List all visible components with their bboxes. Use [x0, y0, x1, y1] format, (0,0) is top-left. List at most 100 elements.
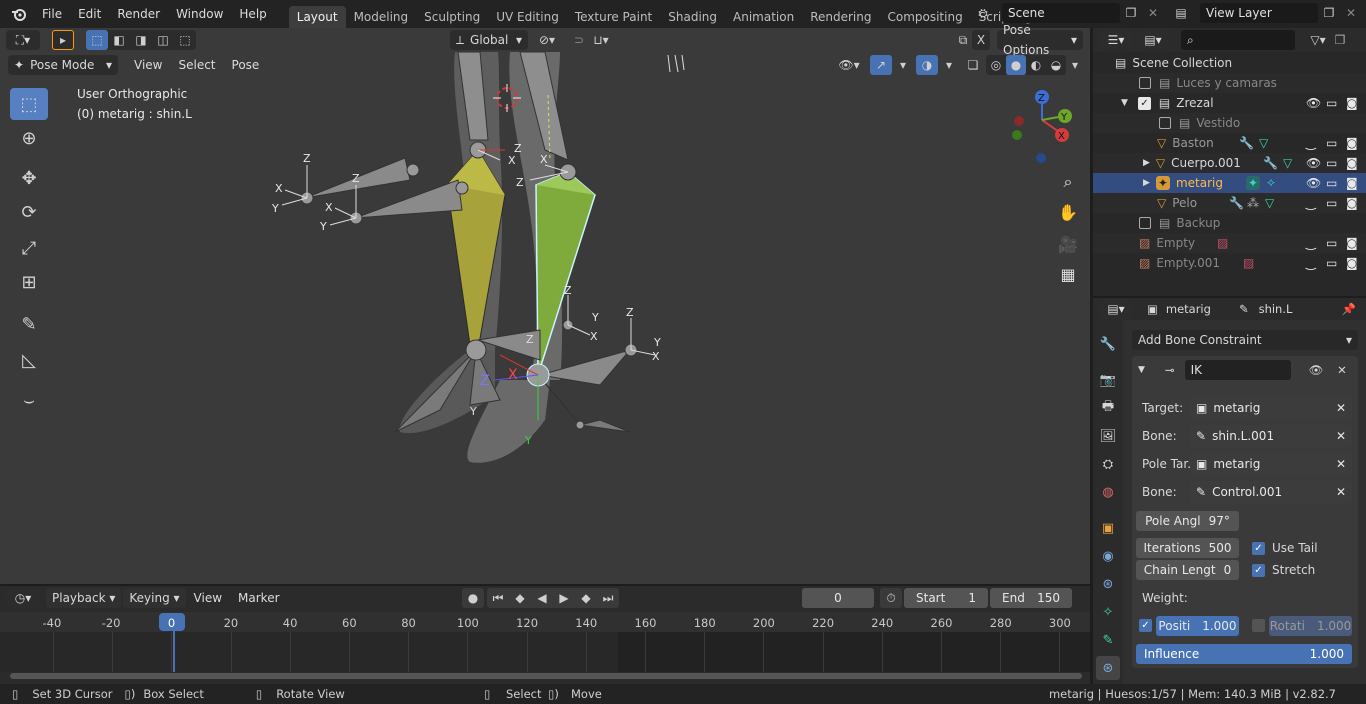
constraint-name-field[interactable]: IK: [1184, 360, 1291, 380]
bone-constraint-tab-icon[interactable]: ⊛: [1096, 656, 1120, 680]
viewport-toggle-icon[interactable]: ▭: [1326, 96, 1337, 110]
annotate-tool-icon[interactable]: ✎: [10, 308, 48, 340]
end-frame-field[interactable]: End 150: [990, 588, 1072, 608]
constraint-delete-icon[interactable]: ✕: [1337, 363, 1347, 377]
render-tab-icon[interactable]: 📷: [1096, 368, 1120, 392]
navigation-gizmo[interactable]: Z X Y: [1004, 86, 1084, 166]
render-camera-icon[interactable]: ◙: [1346, 256, 1358, 270]
move-tool-icon[interactable]: ✥: [10, 162, 48, 194]
outliner-item-selected[interactable]: ▶ ✦ metarig ✦ ✧ 👁 ▭ ◙: [1093, 173, 1366, 193]
play-reverse-icon[interactable]: ◀: [531, 588, 553, 608]
viewport-toggle-icon[interactable]: ▭: [1326, 256, 1337, 270]
jump-start-icon[interactable]: ⏮: [487, 588, 509, 608]
zoom-icon[interactable]: ⌕: [1054, 168, 1082, 196]
current-frame-field[interactable]: 0: [802, 588, 874, 608]
new-collection-icon[interactable]: ❐: [1329, 30, 1351, 50]
expand-arrow-icon[interactable]: ▶: [1143, 178, 1150, 188]
tab-texture-paint[interactable]: Texture Paint: [567, 6, 660, 28]
rotation-weight-field[interactable]: Rotati 1.000: [1269, 616, 1352, 636]
add-bone-constraint-dropdown[interactable]: Add Bone Constraint ▾: [1132, 330, 1358, 350]
bone-field[interactable]: ✎ shin.L.001 ✕: [1190, 425, 1352, 447]
outliner-item[interactable]: ▼ ✓ ▤ Zrezal 👁 ▭ ◙: [1093, 93, 1366, 113]
collapse-arrow-icon[interactable]: ▼: [1138, 365, 1145, 375]
eye-closed-icon[interactable]: ‿: [1306, 136, 1316, 150]
pose-relax-tool-icon[interactable]: ⌣: [10, 384, 48, 416]
select-subtract-icon[interactable]: ◨: [130, 30, 152, 50]
viewport-toggle-icon[interactable]: ▭: [1326, 196, 1337, 210]
x-mirror-toggle[interactable]: X: [972, 30, 990, 50]
menu-select[interactable]: Select: [170, 53, 223, 77]
exclude-checkbox[interactable]: [1139, 217, 1151, 229]
tab-animation[interactable]: Animation: [725, 6, 802, 28]
tab-modeling[interactable]: Modeling: [346, 6, 417, 28]
eye-icon[interactable]: 👁: [1306, 176, 1321, 190]
menu-file[interactable]: File: [34, 0, 70, 28]
render-camera-icon[interactable]: ◙: [1346, 236, 1358, 250]
pose-options-dropdown[interactable]: Pose Options ▾: [997, 23, 1083, 57]
camera-view-icon[interactable]: 🎥: [1054, 230, 1082, 258]
playback-menu[interactable]: Playback ▾: [46, 588, 122, 608]
perspective-grid-icon[interactable]: ▦: [1054, 260, 1082, 288]
mode-dropdown[interactable]: ✦ Pose Mode ▾: [8, 55, 118, 75]
outliner-item[interactable]: ▽ Pelo 🔧 ⁂ ▽ ‿ ▭ ◙: [1093, 193, 1366, 213]
exclude-checkbox[interactable]: [1159, 117, 1171, 129]
snap-target-icon[interactable]: ⊔▾: [590, 30, 612, 50]
cursor-tool-icon[interactable]: ⊕: [10, 122, 48, 154]
shading-dropdown-icon[interactable]: ▾: [1064, 55, 1086, 75]
gizmo-toggle-icon[interactable]: ↗: [870, 55, 892, 75]
outliner-item[interactable]: ▶ ▽ Cuerpo.001 🔧 ▽ 👁 ▭ ◙: [1093, 153, 1366, 173]
tab-sculpting[interactable]: Sculpting: [416, 6, 488, 28]
stretch-checkbox[interactable]: ✓ Stretch: [1252, 563, 1315, 577]
mirror-icon[interactable]: ⧉: [952, 30, 974, 50]
material-shading-icon[interactable]: ◐: [1026, 55, 1046, 75]
exclude-checkbox[interactable]: [1139, 77, 1151, 89]
measure-tool-icon[interactable]: ◺: [10, 344, 48, 376]
marker-menu[interactable]: Marker: [230, 586, 287, 610]
select-intersect-icon[interactable]: ⬚: [174, 30, 196, 50]
pole-bone-field[interactable]: ✎ Control.001 ✕: [1190, 481, 1352, 503]
pan-hand-icon[interactable]: ✋: [1054, 198, 1082, 226]
next-keyframe-icon[interactable]: ◆: [575, 588, 597, 608]
outliner-item[interactable]: ▤ Backup: [1093, 213, 1366, 233]
rotate-tool-icon[interactable]: ⟳: [10, 196, 48, 228]
outliner-item[interactable]: ▨ Empty.001 ▨ ‿ ▭ ◙: [1093, 253, 1366, 273]
use-tail-checkbox[interactable]: ✓ Use Tail: [1252, 541, 1318, 555]
render-camera-icon[interactable]: ◙: [1346, 96, 1358, 110]
render-camera-icon[interactable]: ◙: [1346, 136, 1358, 150]
viewport-toggle-icon[interactable]: ▭: [1326, 136, 1337, 150]
select-extend-icon[interactable]: ◧: [108, 30, 130, 50]
scene-tab-icon[interactable]: ⛭: [1096, 452, 1120, 476]
bone-tab-icon[interactable]: ✎: [1096, 628, 1120, 652]
new-view-layer-icon[interactable]: ❐: [1318, 3, 1340, 23]
clear-icon[interactable]: ✕: [1336, 401, 1346, 415]
display-mode-dropdown[interactable]: ▤▾: [1137, 30, 1169, 50]
delete-view-layer-icon[interactable]: ✕: [1340, 3, 1362, 23]
outliner-editor-type[interactable]: ☰▾: [1099, 30, 1133, 50]
rendered-shading-icon[interactable]: ◒: [1046, 55, 1066, 75]
pin-icon[interactable]: 📌: [1342, 302, 1356, 316]
clear-icon[interactable]: ✕: [1336, 457, 1346, 471]
object-constraint-tab-icon[interactable]: ⊛: [1096, 572, 1120, 596]
menu-window[interactable]: Window: [168, 0, 231, 28]
eye-closed-icon[interactable]: ‿: [1306, 256, 1316, 270]
tab-compositing[interactable]: Compositing: [879, 6, 970, 28]
chain-length-field[interactable]: Chain Lengt 0: [1136, 560, 1239, 580]
properties-editor-type[interactable]: ▤▾: [1099, 299, 1133, 319]
solid-shading-icon[interactable]: ●: [1006, 55, 1026, 75]
filter-icon[interactable]: ▽▾: [1307, 30, 1329, 50]
clear-icon[interactable]: ✕: [1336, 485, 1346, 499]
start-frame-field[interactable]: Start 1: [904, 588, 988, 608]
scale-tool-icon[interactable]: ⤢: [10, 232, 48, 264]
outliner-item[interactable]: ▤ Vestido: [1093, 113, 1366, 133]
menu-render[interactable]: Render: [109, 0, 168, 28]
tab-shading[interactable]: Shading: [660, 6, 725, 28]
target-field[interactable]: ▣ metarig ✕: [1190, 397, 1352, 419]
influence-slider[interactable]: Influence 1.000: [1136, 644, 1352, 664]
tab-rendering[interactable]: Rendering: [802, 6, 879, 28]
expand-arrow-icon[interactable]: ▶: [1143, 158, 1150, 168]
include-checkbox[interactable]: ✓: [1137, 96, 1151, 110]
eye-closed-icon[interactable]: ‿: [1306, 236, 1316, 250]
menu-help[interactable]: Help: [231, 0, 274, 28]
timeline-scrollbar[interactable]: [10, 673, 1082, 679]
stopwatch-icon[interactable]: ⏱: [880, 588, 902, 608]
